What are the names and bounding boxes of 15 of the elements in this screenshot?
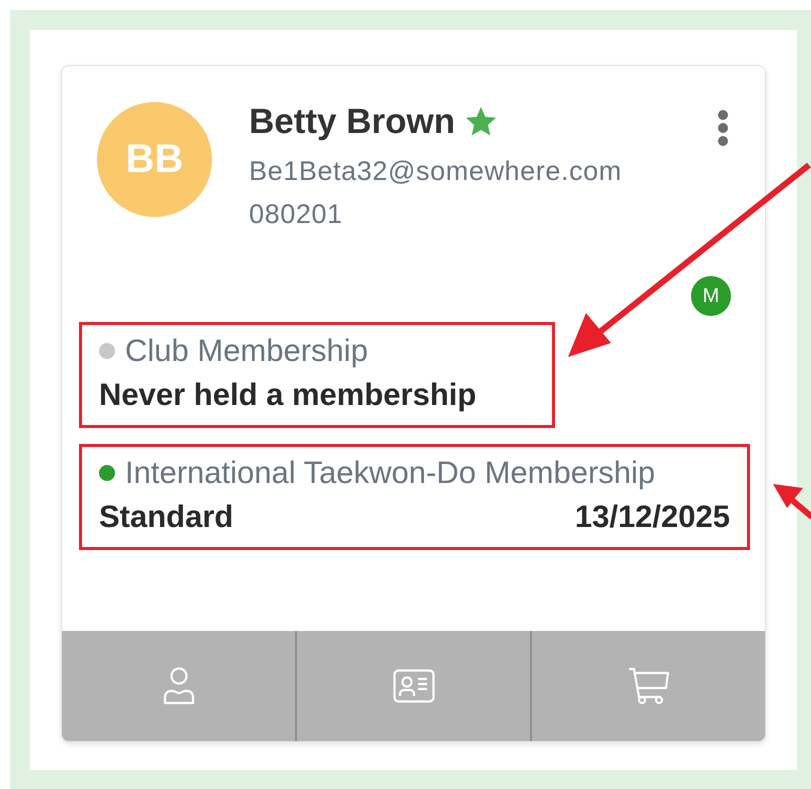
id-card-icon [392, 669, 434, 703]
membership-title: International Taekwon-Do Membership [125, 455, 656, 491]
member-email: Be1Beta32@somewhere.com [249, 156, 623, 187]
member-name: Betty Brown [249, 102, 456, 142]
cart-icon [628, 667, 670, 705]
expiry-date: 13/12/2025 [574, 499, 730, 535]
cart-button[interactable] [530, 631, 765, 741]
membership-type: Never held a membership [99, 377, 476, 413]
member-number: 080201 [249, 199, 344, 230]
more-icon[interactable] [717, 110, 729, 146]
person-icon [162, 667, 196, 705]
membership-type: Standard [99, 499, 234, 535]
membership-badge: M [691, 276, 731, 316]
avatar: BB [97, 102, 212, 217]
membership-title: Club Membership [125, 333, 368, 369]
